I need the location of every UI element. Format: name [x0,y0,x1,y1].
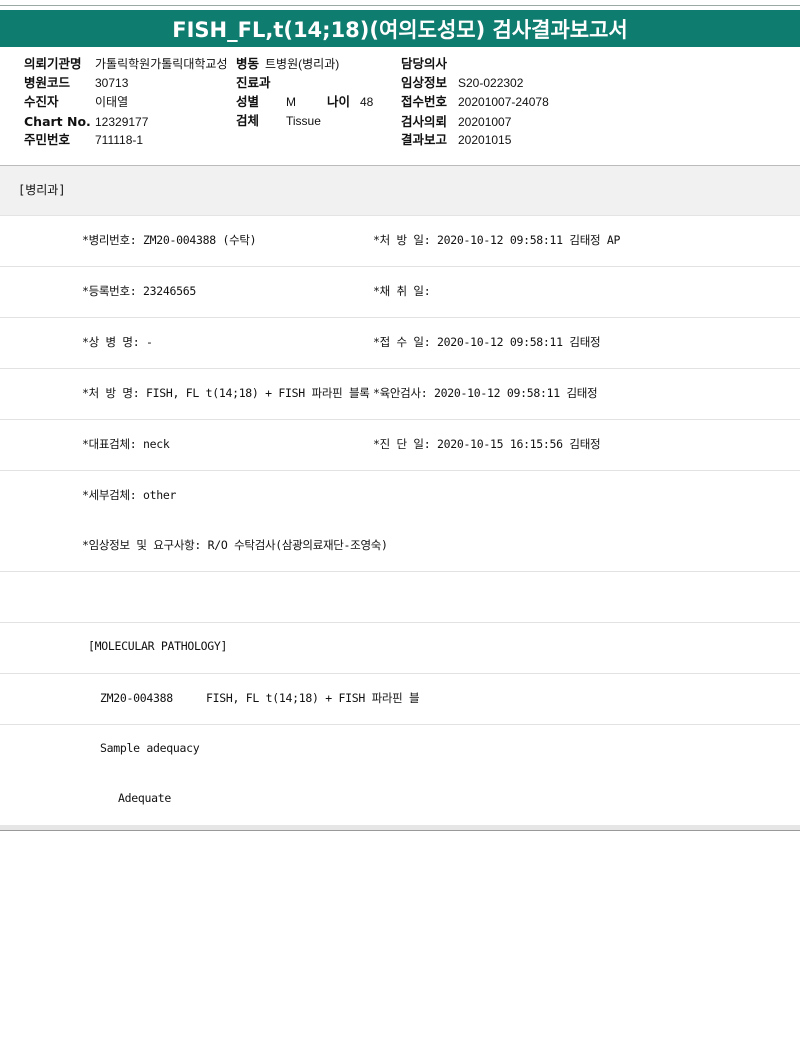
row-left-text: Sample adequacy [100,741,200,755]
id-number-value: 711118-1 [95,133,144,147]
table-row: ZM20-004388 FISH, FL t(14;18) + FISH 파라핀… [0,674,800,725]
row-right-text: *육안검사: 2020-10-12 09:58:11 김태정 [373,386,598,400]
patient-label: 수진자 [24,94,59,109]
institution-value: 가톨릭학원가톨릭대학교성 [95,57,228,71]
receipt-no-label: 접수번호 [401,94,448,109]
request-value: 20201007 [458,115,512,129]
hospital-code-label: 병원코드 [24,75,71,90]
hospital-code-value: 30713 [95,76,129,90]
sex-label: 성별 [236,94,260,109]
patient-info-block: 의뢰기관명 가톨릭학원가톨릭대학교성 병동 트병원(병리과) 담당의사 병원코드… [0,52,800,164]
footer-divider [0,830,800,831]
row-left-text: Adequate [118,791,171,805]
row-right-text: *접 수 일: 2020-10-12 09:58:11 김태정 [373,335,601,349]
table-row: *대표검체: neck *진 단 일: 2020-10-15 16:15:56 … [0,420,800,471]
institution-label: 의뢰기관명 [24,56,82,71]
section-label: [병리과] [18,183,66,197]
table-row: *세부검체: other [0,471,800,522]
doctor-label: 담당의사 [401,56,448,71]
chart-no-label: Chart No. [24,114,91,129]
report-title: FISH_FL,t(14;18)(여의도성모) 검사결과보고서 [172,17,628,42]
table-row: *임상정보 및 요구사항: R/O 수탁검사(삼광의료재단-조영숙) [0,521,800,572]
age-label: 나이 [327,94,351,109]
row-left-text: *상 병 명: - [82,335,153,349]
row-left-text: *임상정보 및 요구사항: R/O 수탁검사(삼광의료재단-조영숙) [82,538,388,552]
table-row [0,572,800,623]
table-row: *병리번호: ZM20-004388 (수탁) *처 방 일: 2020-10-… [0,216,800,267]
row-right-text: *진 단 일: 2020-10-15 16:15:56 김태정 [373,437,601,451]
report-date-value: 20201015 [458,133,512,147]
clinical-info-label: 임상정보 [401,75,448,90]
specimen-value: Tissue [286,114,321,128]
table-row: Adequate [0,775,800,825]
table-row: [MOLECULAR PATHOLOGY] [0,623,800,674]
clinical-info-value: S20-022302 [458,76,524,90]
report-date-label: 결과보고 [401,132,448,147]
row-left-text: ZM20-004388 FISH, FL t(14;18) + FISH 파라핀… [100,691,420,705]
chart-no-value: 12329177 [95,115,149,129]
table-row: Sample adequacy [0,725,800,776]
report-title-bar: FISH_FL,t(14;18)(여의도성모) 검사결과보고서 [0,10,800,47]
top-divider [0,5,800,6]
row-left-text: *처 방 명: FISH, FL t(14;18) + FISH 파라핀 블록 [82,386,370,400]
sex-value: M [286,95,296,109]
id-number-label: 주민번호 [24,132,71,147]
row-left-text: *대표검체: neck [82,437,170,451]
row-left-text: *등록번호: 23246565 [82,284,196,298]
patient-value: 이태열 [95,95,129,109]
dept-label: 진료과 [236,75,271,90]
table-row: *상 병 명: - *접 수 일: 2020-10-12 09:58:11 김태… [0,318,800,369]
age-value: 48 [360,95,374,109]
ward-label: 병동 [236,56,260,71]
ward-value: 트병원(병리과) [265,57,340,71]
table-row: *등록번호: 23246565 *채 취 일: [0,267,800,318]
row-right-text: *채 취 일: [373,284,431,298]
receipt-no-value: 20201007-24078 [458,95,549,109]
row-right-text: *처 방 일: 2020-10-12 09:58:11 김태정 AP [373,233,621,247]
row-left-text: *세부검체: other [82,488,177,502]
table-row: *처 방 명: FISH, FL t(14;18) + FISH 파라핀 블록 … [0,369,800,420]
row-left-text: [MOLECULAR PATHOLOGY] [88,639,228,653]
specimen-label: 검체 [236,113,260,128]
row-left-text: *병리번호: ZM20-004388 (수탁) [82,233,257,247]
request-label: 검사의뢰 [401,114,448,129]
section-header: [병리과] [0,166,800,216]
